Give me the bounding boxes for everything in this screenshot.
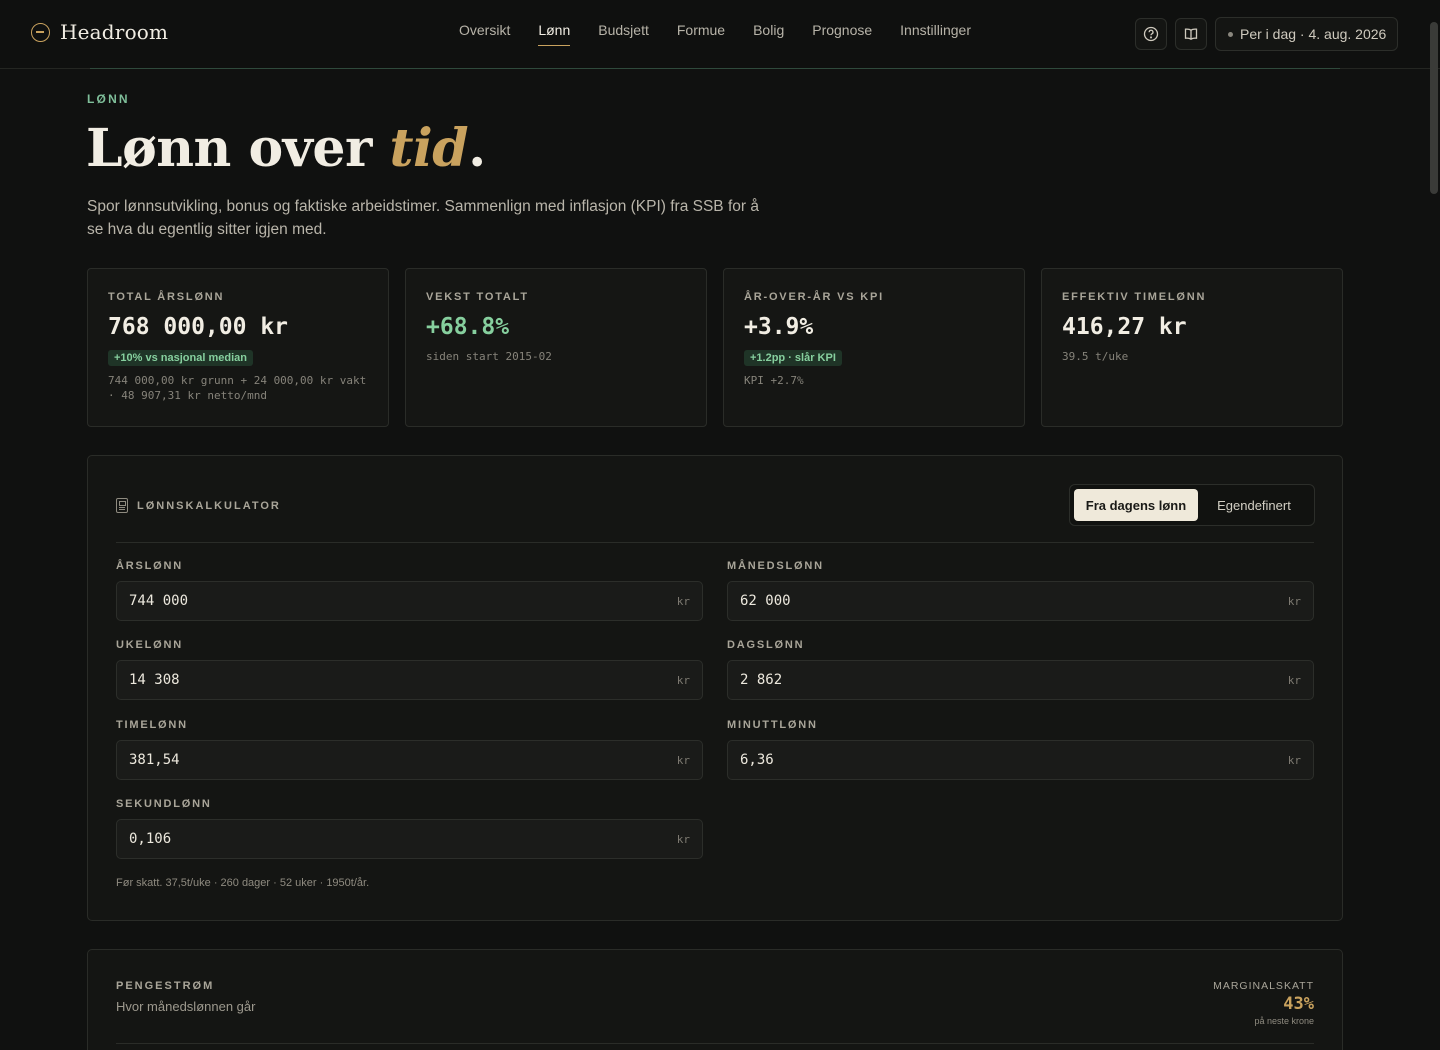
nav-item-prognose[interactable]: Prognose (812, 22, 872, 46)
field-label: SEKUNDLØNN (116, 798, 212, 810)
unit-label: kr (676, 832, 690, 846)
cashflow-subtitle: Hvor månedslønnen går (116, 999, 256, 1014)
calculator-icon (116, 498, 128, 513)
field-manedslonn: MÅNEDSLØNN kr (727, 560, 1314, 621)
kpi-badge: +10% vs nasjonal median (108, 350, 253, 366)
field-minuttlonn: MINUTTLØNN kr (727, 719, 1314, 780)
kpi-value: 768 000,00 kr (108, 314, 289, 340)
field-box: kr (116, 581, 703, 621)
kpi-card-effektiv-timelonn: EFFEKTIV TIMELØNN 416,27 kr 39.5 t/uke (1041, 268, 1343, 427)
field-box: kr (116, 660, 703, 700)
page-scrollbar[interactable] (1430, 22, 1438, 194)
field-box: kr (727, 740, 1314, 780)
field-arslonn: ÅRSLØNN kr (116, 560, 703, 621)
page-title: Lønn over tid. (86, 118, 486, 179)
nav-item-oversikt[interactable]: Oversikt (459, 22, 510, 46)
dagslonn-input[interactable] (740, 672, 1260, 688)
salary-calculator-panel: LØNNSKALKULATOR Fra dagens lønn Egendefi… (87, 455, 1343, 921)
toggle-egendefinert[interactable]: Egendefinert (1198, 489, 1310, 521)
kpi-badge: +1.2pp · slår KPI (744, 350, 842, 366)
timelonn-input[interactable] (129, 752, 649, 768)
brand-name: Headroom (60, 20, 169, 44)
kpi-card-vekst-totalt: VEKST TOTALT +68.8% siden start 2015-02 (405, 268, 707, 427)
nav-item-lonn[interactable]: Lønn (538, 22, 570, 46)
page-title-main: Lønn over (86, 118, 390, 179)
field-label: DAGSLØNN (727, 639, 805, 651)
kpi-label: EFFEKTIV TIMELØNN (1062, 291, 1207, 303)
kpi-label: VEKST TOTALT (426, 291, 529, 303)
page-title-end: . (468, 118, 486, 179)
cashflow-panel: PENGESTRØM Hvor månedslønnen går MARGINA… (87, 949, 1343, 1050)
date-indicator[interactable]: Per i dag · 4. aug. 2026 (1215, 17, 1398, 51)
field-label: MÅNEDSLØNN (727, 560, 824, 572)
field-label: MINUTTLØNN (727, 719, 818, 731)
toggle-fra-dagens-lonn[interactable]: Fra dagens lønn (1074, 489, 1198, 521)
kpi-value: 416,27 kr (1062, 314, 1187, 340)
kpi-note: siden start 2015-02 (426, 350, 552, 363)
field-label: TIMELØNN (116, 719, 188, 731)
calculator-footnote: Før skatt. 37,5t/uke · 260 dager · 52 uk… (116, 877, 370, 889)
unit-label: kr (1287, 753, 1301, 767)
calculator-mode-toggle: Fra dagens lønn Egendefinert (1069, 484, 1315, 526)
header-accent-divider (90, 68, 1340, 69)
top-navigation-bar: Headroom Oversikt Lønn Budsjett Formue B… (0, 0, 1440, 69)
unit-label: kr (676, 673, 690, 687)
book-open-icon (1184, 28, 1198, 40)
nav-item-formue[interactable]: Formue (677, 22, 725, 46)
sekundlonn-input[interactable] (129, 831, 649, 847)
page-title-accent: tid (389, 118, 469, 179)
kpi-card-total-arslonn: TOTAL ÅRSLØNN 768 000,00 kr +10% vs nasj… (87, 268, 389, 427)
brand-logo[interactable]: Headroom (31, 20, 168, 44)
nav-item-bolig[interactable]: Bolig (753, 22, 784, 46)
field-ukelonn: UKELØNN kr (116, 639, 703, 700)
unit-label: kr (1287, 594, 1301, 608)
field-sekundlonn: SEKUNDLØNN kr (116, 798, 703, 859)
date-label: Per i dag · 4. aug. 2026 (1240, 26, 1387, 42)
field-box: kr (727, 581, 1314, 621)
guide-button[interactable] (1175, 18, 1207, 50)
kpi-value: +68.8% (426, 314, 510, 340)
field-label: UKELØNN (116, 639, 183, 651)
calculator-divider (116, 542, 1314, 543)
kpi-card-ar-over-ar-vs-kpi: ÅR-OVER-ÅR VS KPI +3.9% +1.2pp · slår KP… (723, 268, 1025, 427)
kpi-note: 744 000,00 kr grunn + 24 000,00 kr vakt … (108, 374, 367, 402)
main-nav: Oversikt Lønn Budsjett Formue Bolig Prog… (459, 22, 999, 46)
arslonn-input[interactable] (129, 593, 649, 609)
kpi-label: ÅR-OVER-ÅR VS KPI (744, 291, 884, 303)
minuttlonn-input[interactable] (740, 752, 1260, 768)
unit-label: kr (1287, 673, 1301, 687)
nav-item-budsjett[interactable]: Budsjett (598, 22, 649, 46)
help-circle-icon (1143, 26, 1159, 42)
calculator-header: LØNNSKALKULATOR (116, 498, 281, 513)
manedslonn-input[interactable] (740, 593, 1260, 609)
marginal-tax-note: på neste krone (1254, 1016, 1314, 1026)
marginal-tax-label: MARGINALSKATT (1213, 980, 1314, 992)
field-label: ÅRSLØNN (116, 560, 183, 572)
calculator-title: LØNNSKALKULATOR (137, 499, 281, 512)
kpi-note: 39.5 t/uke (1062, 350, 1129, 363)
cashflow-title: PENGESTRØM (116, 980, 215, 992)
kpi-value: +3.9% (744, 314, 814, 340)
page-subtitle: Spor lønnsutvikling, bonus og faktiske a… (87, 198, 759, 238)
marginal-tax-summary: MARGINALSKATT 43% på neste krone (1213, 980, 1314, 1026)
field-box: kr (727, 660, 1314, 700)
help-button[interactable] (1135, 18, 1167, 50)
page-eyebrow: LØNN (87, 92, 130, 106)
ukelonn-input[interactable] (129, 672, 649, 688)
marginal-tax-value: 43% (1283, 994, 1314, 1014)
kpi-note: KPI +2.7% (744, 374, 804, 387)
kpi-label: TOTAL ÅRSLØNN (108, 291, 225, 303)
field-box: kr (116, 740, 703, 780)
unit-label: kr (676, 753, 690, 767)
field-dagslonn: DAGSLØNN kr (727, 639, 1314, 700)
unit-label: kr (676, 594, 690, 608)
field-box: kr (116, 819, 703, 859)
status-dot-icon (1228, 31, 1233, 37)
headroom-logo-icon (31, 22, 50, 42)
field-timelonn: TIMELØNN kr (116, 719, 703, 780)
nav-item-innstillinger[interactable]: Innstillinger (900, 22, 971, 46)
cashflow-divider (116, 1043, 1314, 1044)
